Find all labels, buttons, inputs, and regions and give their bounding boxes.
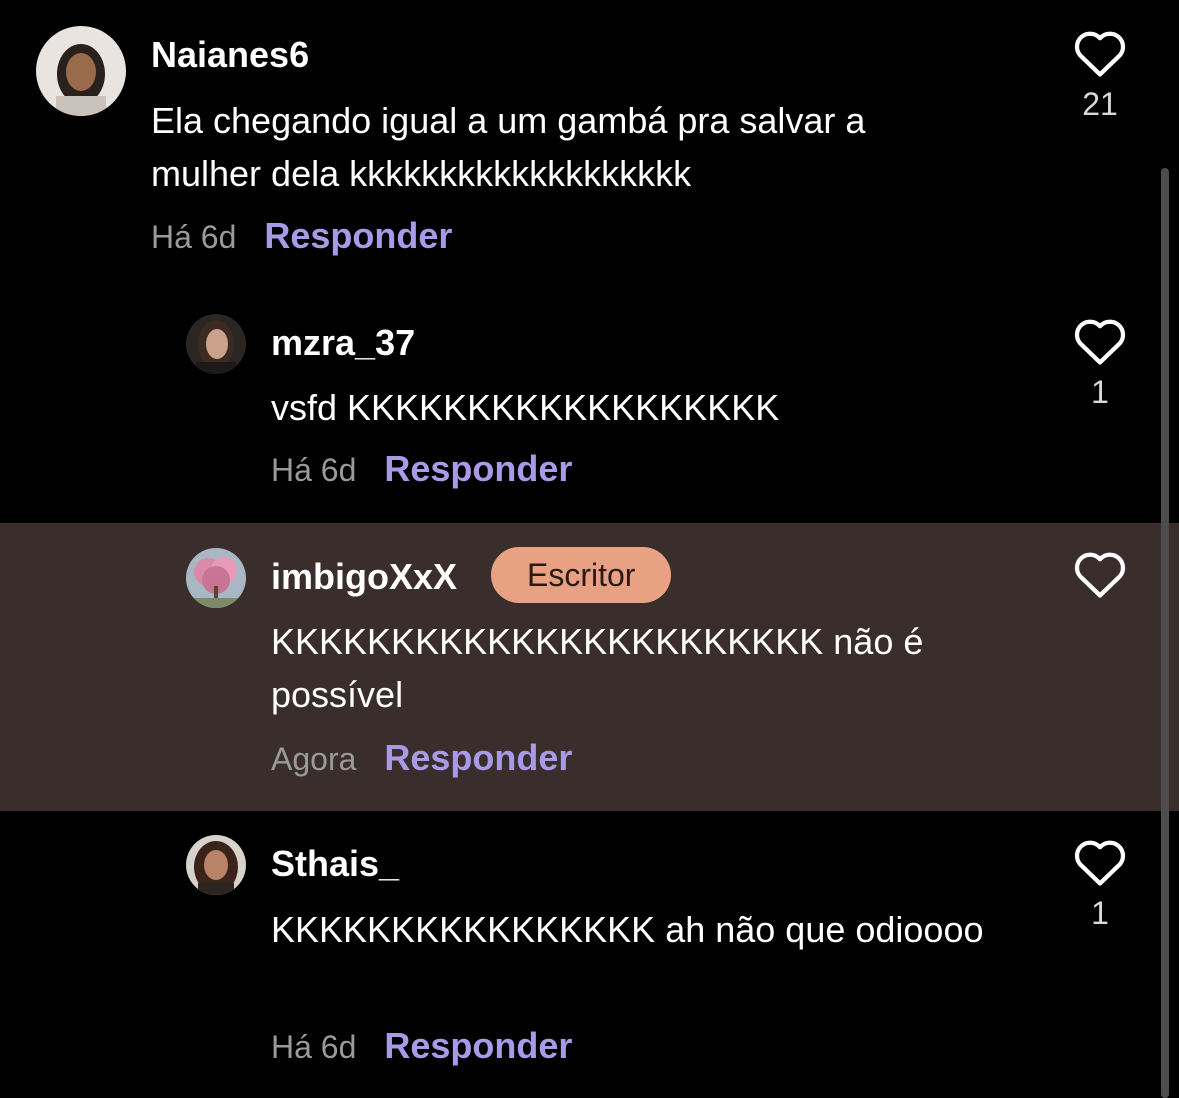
scrollbar[interactable] — [1161, 168, 1169, 1098]
writer-badge: Escritor — [491, 547, 672, 603]
comment-time: Há 6d — [271, 1029, 357, 1065]
like-count: 1 — [1091, 374, 1109, 410]
avatar[interactable] — [186, 548, 246, 608]
comment-time: Há 6d — [151, 219, 237, 255]
comment-meta: Há 6d Responder — [271, 1025, 572, 1067]
avatar[interactable] — [186, 314, 246, 374]
comment-username[interactable]: imbigoXxX — [271, 555, 457, 599]
comment-item-highlighted: imbigoXxX Escritor KKKKKKKKKKKKKKKKKKKKK… — [0, 523, 1179, 811]
comment-text: Ela chegando igual a um gambá pra salvar… — [151, 100, 866, 194]
comment-meta: Há 6d Responder — [271, 448, 572, 490]
heart-outline-icon — [1074, 840, 1126, 886]
user-avatar-icon — [36, 26, 126, 116]
comment-time: Agora — [271, 741, 357, 777]
comment-meta: Agora Responder — [271, 737, 572, 779]
like-button[interactable] — [1068, 547, 1132, 607]
comment-item: Sthais_ KKKKKKKKKKKKKKKK ah não que odio… — [0, 811, 1179, 1098]
user-avatar-icon — [186, 835, 246, 895]
avatar[interactable] — [36, 26, 126, 116]
user-avatar-icon — [186, 314, 246, 374]
like-button[interactable]: 21 — [1068, 26, 1132, 122]
heart-outline-icon — [1074, 31, 1126, 77]
reply-button[interactable]: Responder — [384, 448, 572, 490]
comment-meta: Há 6d Responder — [151, 215, 452, 257]
comment-time: Há 6d — [271, 452, 357, 488]
avatar[interactable] — [186, 835, 246, 895]
heart-outline-icon — [1074, 319, 1126, 365]
like-button[interactable]: 1 — [1068, 835, 1132, 931]
comment-username[interactable]: mzra_37 — [271, 321, 415, 365]
like-count: 21 — [1082, 86, 1118, 122]
comment-username[interactable]: Sthais_ — [271, 842, 399, 886]
reply-button[interactable]: Responder — [384, 1025, 572, 1067]
like-button[interactable]: 1 — [1068, 314, 1132, 410]
comment-text: KKKKKKKKKKKKKKKKKKKKKKK não é possível — [271, 621, 924, 715]
heart-outline-icon — [1074, 552, 1126, 598]
reply-button[interactable]: Responder — [264, 215, 452, 257]
comment-username[interactable]: Naianes6 — [151, 33, 309, 77]
comment-text: KKKKKKKKKKKKKKKK ah não que odioooo — [271, 909, 984, 950]
like-count: 1 — [1091, 895, 1109, 931]
comment-item: Naianes6 Ela chegando igual a um gambá p… — [0, 0, 1179, 290]
comment-item: mzra_37 vsfd KKKKKKKKKKKKKKKKKK Há 6d Re… — [0, 290, 1179, 523]
user-avatar-icon — [186, 548, 246, 608]
comment-text: vsfd KKKKKKKKKKKKKKKKKK — [271, 387, 780, 428]
reply-button[interactable]: Responder — [384, 737, 572, 779]
